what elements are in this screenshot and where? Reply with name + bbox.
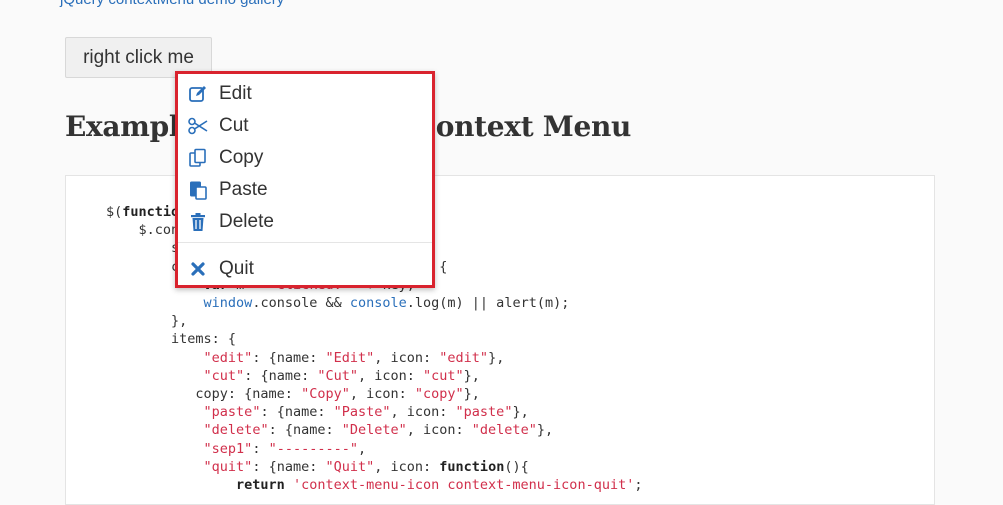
code-token: , icon:: [390, 404, 456, 421]
code-token: (){: [504, 458, 529, 475]
code-token: "---------": [268, 440, 358, 457]
menu-separator: [178, 242, 432, 243]
code-token: },: [463, 367, 480, 384]
code-line: "edit": {name: "Edit", icon: "edit"},: [106, 349, 642, 367]
code-token: function: [439, 458, 505, 475]
code-line: copy: {name: "Copy", icon: "copy"},: [106, 385, 642, 403]
code-token: window: [203, 295, 253, 312]
code-line: "sep1": "---------",: [106, 440, 642, 458]
quit-icon: [187, 258, 209, 280]
code-token: "Quit": [325, 458, 375, 475]
code-token: "Paste": [333, 404, 391, 421]
menu-item-copy[interactable]: Copy: [178, 142, 432, 174]
code-line: "cut": {name: "Cut", icon: "cut"},: [106, 367, 642, 385]
code-token: , icon:: [349, 386, 415, 403]
code-token: "edit": [203, 349, 253, 366]
code-token: "quit": [203, 458, 253, 475]
code-token: console: [349, 295, 407, 312]
code-token: "Copy": [301, 386, 350, 403]
code-token: items: {: [106, 331, 237, 348]
code-token: $(: [106, 204, 123, 220]
code-token: : {name:: [260, 404, 334, 421]
menu-item-label: Cut: [219, 115, 249, 136]
menu-item-label: Paste: [219, 179, 268, 200]
delete-icon: [187, 211, 209, 233]
code-token: },: [512, 404, 529, 421]
menu-item-label: Delete: [219, 211, 274, 232]
code-line: window.console && console.log(m) || aler…: [106, 294, 642, 312]
code-token: , icon:: [357, 367, 424, 384]
top-link[interactable]: jQuery contextMenu demo gallery: [60, 0, 284, 8]
code-token: return: [236, 477, 285, 494]
code-line: return 'context-menu-icon context-menu-i…: [106, 476, 642, 494]
code-token: },: [536, 422, 554, 439]
copy-icon: [187, 147, 209, 169]
menu-item-quit[interactable]: Quit: [178, 253, 432, 285]
paste-icon: [187, 179, 209, 201]
code-token: "cut": [423, 367, 464, 384]
code-token: "edit": [439, 349, 489, 366]
code-token: :: [252, 440, 269, 457]
code-token: "sep1": [203, 440, 253, 457]
code-line: },: [106, 312, 642, 330]
code-token: .console &&: [252, 295, 350, 312]
code-token: : {name:: [244, 367, 318, 384]
code-token: },: [106, 313, 188, 330]
code-token: : {name:: [252, 458, 326, 475]
menu-item-cut[interactable]: Cut: [178, 110, 432, 142]
menu-item-label: Edit: [219, 83, 252, 104]
code-token: , icon:: [374, 458, 440, 475]
code-line: "paste": {name: "Paste", icon: "paste"},: [106, 403, 642, 421]
code-token: 'context-menu-icon context-menu-icon-qui…: [292, 477, 635, 494]
code-token: .log(m) || alert(m);: [406, 295, 570, 312]
code-token: copy: {name:: [106, 386, 302, 403]
code-token: ;: [634, 477, 643, 494]
code-token: "cut": [203, 367, 245, 384]
code-token: "Edit": [325, 349, 375, 366]
code-token: : {name:: [252, 349, 326, 366]
menu-item-delete[interactable]: Delete: [178, 206, 432, 238]
code-token: "copy": [414, 386, 464, 403]
code-line: "delete": {name: "Delete", icon: "delete…: [106, 421, 642, 439]
code-token: "paste": [455, 404, 513, 421]
context-menu: Edit Cut Copy Paste Delete Quit: [175, 71, 435, 288]
menu-item-label: Copy: [219, 147, 264, 168]
cut-icon: [187, 115, 209, 137]
code-token: },: [463, 386, 480, 403]
menu-item-label: Quit: [219, 258, 254, 279]
code-token: , icon:: [374, 349, 440, 366]
menu-item-paste[interactable]: Paste: [178, 174, 432, 206]
code-token: "delete": [471, 422, 537, 439]
code-token: "Cut": [317, 367, 358, 384]
code-token: ,: [358, 440, 367, 457]
edit-icon: [187, 83, 209, 105]
code-token: "Delete": [341, 422, 407, 439]
code-line: "quit": {name: "Quit", icon: function(){: [106, 458, 642, 476]
code-token: },: [488, 349, 505, 366]
code-token: : {name:: [268, 422, 342, 439]
menu-item-edit[interactable]: Edit: [178, 78, 432, 110]
code-token: "delete": [203, 422, 269, 439]
code-line: items: {: [106, 330, 642, 348]
code-token: "paste": [203, 404, 261, 421]
code-token: , icon:: [406, 422, 472, 439]
